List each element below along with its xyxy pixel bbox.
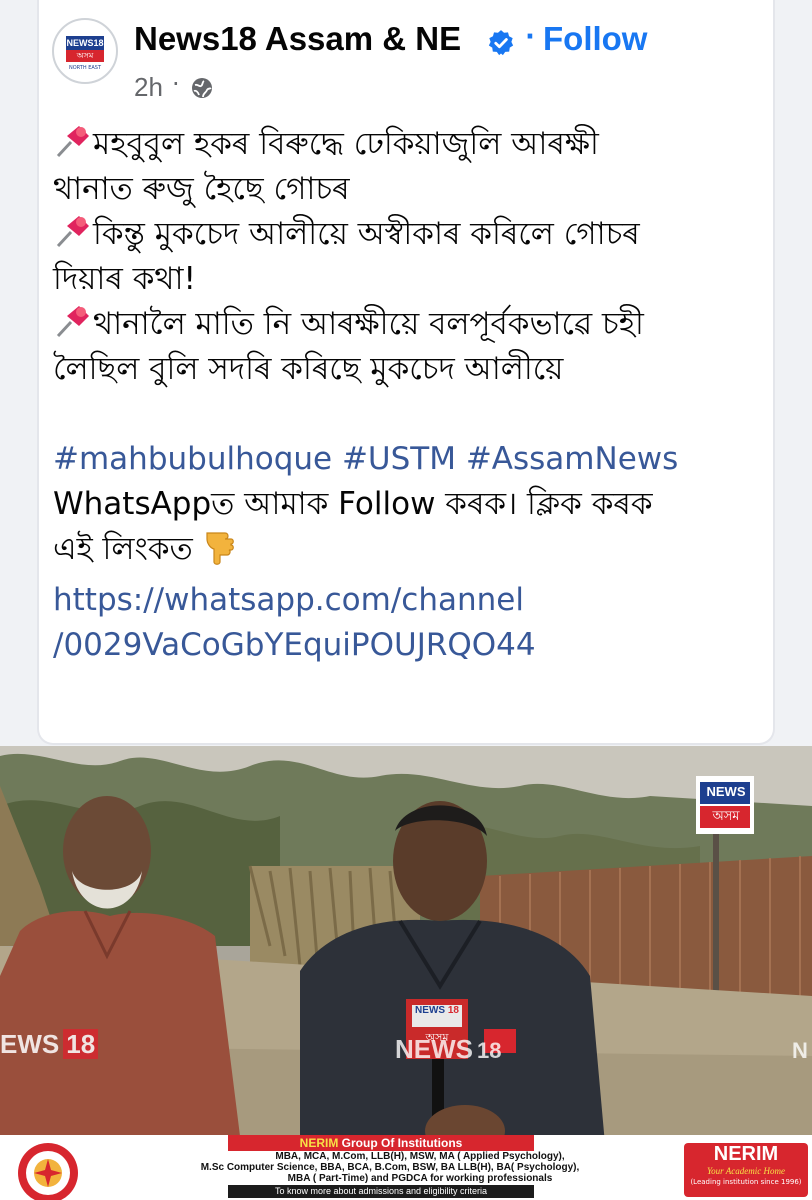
post-time[interactable]: 2h [134,72,163,103]
globe-icon [192,78,212,98]
post-line: থানাত ৰুজু হৈছে গোচৰ [53,167,758,212]
post-line-text: থানাত ৰুজু হৈছে গোচৰ [53,171,350,207]
post-line-text: লৈছিল বুলি সদৰি কৰিছে মুকচেদ আলীয়ে [53,351,564,387]
watermark-right: N [792,1038,808,1063]
pushpin-icon [53,304,93,338]
mic-logo: NEWS 18 [412,1005,462,1016]
follow-button[interactable]: Follow [543,20,647,58]
video-player[interactable]: NEWS অসম EWS 18 NEWS 18 NEWS 18 অসম N [0,746,812,1200]
whatsapp-text-line: WhatsAppত আমাক Follow কৰক। ক্লিক কৰক [53,486,653,522]
mic-logo-top: NEWS [415,1005,446,1016]
ad-title-bar: NERIM Group Of Institutions [228,1135,534,1151]
ad-right-logo: NERIM Your Academic Home (Leading instit… [684,1143,808,1197]
ad-courses-2: M.Sc Computer Science, BBA, BCA, B.Com, … [200,1162,580,1173]
pushpin-icon [53,214,93,248]
whatsapp-link-line1[interactable]: https://whatsapp.com/channel [53,578,758,623]
whatsapp-text: এই লিংকত [53,531,193,567]
post-line: কিন্তু মুকচেদ আলীয়ে অস্বীকাৰ কৰিলে গোচৰ [53,212,758,257]
page-name-link[interactable]: News18 Assam & NE [134,20,461,58]
post-line-text: থানালৈ মাতি নি আৰক্ষীয়ে বলপূৰ্বকভাৱে চহ… [93,306,644,342]
pushpin-icon [53,124,93,158]
post-line-text: দিয়াৰ কথা! [53,261,196,297]
page-avatar[interactable]: NEWS18 অসম NORTH EAST [52,18,118,84]
post-line: মহবুবুল হকৰ বিৰুদ্ধে ঢেকিয়াজুলি আৰক্ষী [53,122,758,167]
pointing-down-icon [203,529,237,578]
post-text: মহবুবুল হকৰ বিৰুদ্ধে ঢেকিয়াজুলি আৰক্ষী … [53,122,758,668]
whatsapp-link-line2[interactable]: /0029VaCoGbYEquiPOUJRQO44 [53,623,758,668]
post-line: থানালৈ মাতি নি আৰক্ষীয়ে বলপূৰ্বকভাৱে চহ… [53,302,758,347]
whatsapp-text-line: এই লিংকত [53,527,758,578]
ad-courses-3: MBA ( Part-Time) and PGDCA for working p… [287,1173,553,1184]
news-logo-bottom: অসম [712,809,740,824]
verified-badge-icon [488,30,514,56]
post-line-text: মহবুবুল হকৰ বিৰুদ্ধে ঢেকিয়াজুলি আৰক্ষী [93,126,599,162]
post-line: দিয়াৰ কথা! [53,257,758,302]
watermark-left: EWS 18 [0,1029,99,1060]
ad-group: Group Of Institutions [341,1136,463,1150]
institution-seal-icon [18,1143,78,1200]
hashtags-link[interactable]: #mahbubulhoque #USTM #AssamNews [53,437,758,482]
watermark-left-num: 18 [63,1029,99,1059]
time-separator: · [172,70,180,98]
avatar-logo-bottom: NORTH EAST [69,65,101,71]
ad-banner[interactable]: NERIM Group Of Institutions MBA, MCA, M.… [0,1135,812,1200]
watermark-left-text: EWS [0,1029,60,1059]
ad-right-tag: Your Academic Home [707,1166,785,1176]
ad-right-sub: (Leading institution since 1996) [690,1178,802,1186]
post-line: লৈছিল বুলি সদৰি কৰিছে মুকচেদ আলীয়ে [53,347,758,392]
news-logo-top: NEWS [706,784,746,799]
ad-courses-1: MBA, MCA, M.Com, LLB(H), MSW, MA ( Appli… [275,1151,565,1162]
post-line-text: কিন্তু মুকচেদ আলীয়ে অস্বীকাৰ কৰিলে গোচৰ [93,216,640,252]
mic-logo-bottom: অসম [425,1031,449,1044]
ad-cta: To know more about admissions and eligib… [228,1185,534,1198]
ad-right-brand: NERIM [713,1143,779,1165]
mic-logo-num: 18 [447,1005,459,1016]
avatar-logo-top: NEWS18 [66,36,104,50]
video-frame [0,746,812,1200]
ad-brand: NERIM [299,1136,339,1150]
separator-dot: · [525,22,535,52]
watermark-center-num: 18 [477,1038,502,1063]
avatar-logo-mid: অসম [66,50,104,62]
